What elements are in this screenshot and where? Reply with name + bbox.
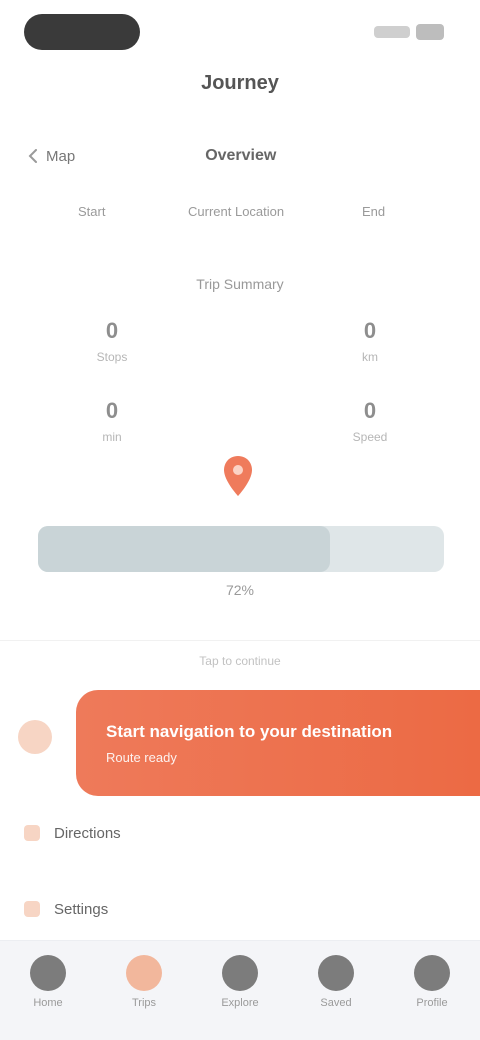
stat-distance: 0 km xyxy=(330,318,410,364)
list-item-settings[interactable]: Settings xyxy=(24,892,444,926)
cta-subtitle: Route ready xyxy=(106,749,177,765)
hint-text: Tap to continue xyxy=(199,654,281,668)
stat-caption: Stops xyxy=(96,350,128,364)
stat-speed: 0 Speed xyxy=(330,398,410,444)
list-item-directions[interactable]: Directions xyxy=(24,816,444,850)
signal-icon xyxy=(374,26,410,38)
progress-track xyxy=(38,526,444,572)
divider xyxy=(0,640,480,641)
center-label: Current Location xyxy=(188,204,285,219)
end-label: End xyxy=(362,204,386,219)
cta-title: Start navigation to your destination xyxy=(106,721,393,741)
dynamic-island xyxy=(24,14,140,50)
directions-icon xyxy=(24,825,40,841)
chevron-left-icon xyxy=(28,149,37,163)
nav-home[interactable]: Home xyxy=(18,955,78,1013)
nav-label: Profile xyxy=(416,997,448,1009)
bottom-nav: Home Trips Explore Saved Profile xyxy=(0,940,480,1040)
status-icons xyxy=(374,22,444,42)
stat-time: 0 min xyxy=(72,398,152,444)
tab-overview[interactable]: Overview xyxy=(205,147,276,165)
page-title: Journey xyxy=(201,72,279,94)
nav-saved[interactable]: Saved xyxy=(306,955,366,1013)
progress-label: 72% xyxy=(225,582,255,598)
trips-icon xyxy=(126,955,162,991)
start-navigation-button[interactable]: Start navigation to your destination Rou… xyxy=(76,690,480,796)
stat-value: 0 xyxy=(105,398,119,423)
location-pin-icon xyxy=(224,456,252,496)
explore-icon xyxy=(222,955,258,991)
tab-row: Map Overview xyxy=(28,140,452,172)
stat-value: 0 xyxy=(105,318,119,343)
list-item-label: Settings xyxy=(54,900,109,918)
stat-caption: min xyxy=(102,430,122,444)
nav-label: Trips xyxy=(131,997,157,1009)
nav-profile[interactable]: Profile xyxy=(402,955,462,1013)
stat-caption: km xyxy=(362,350,378,364)
progress-fill xyxy=(38,526,331,572)
battery-icon xyxy=(416,24,444,40)
list-item-label: Directions xyxy=(54,824,121,842)
saved-icon xyxy=(318,955,354,991)
status-bar xyxy=(0,0,480,64)
start-label: Start xyxy=(78,204,106,219)
stat-stops: 0 Stops xyxy=(72,318,152,364)
stat-caption: Speed xyxy=(352,430,388,444)
nav-trips[interactable]: Trips xyxy=(114,955,174,1013)
back-tab-label: Map xyxy=(46,147,76,165)
settings-icon xyxy=(24,901,40,917)
profile-icon xyxy=(414,955,450,991)
nav-label: Home xyxy=(33,997,63,1009)
side-indicator xyxy=(18,720,52,754)
nav-label: Saved xyxy=(320,997,352,1009)
nav-label: Explore xyxy=(221,997,259,1009)
nav-explore[interactable]: Explore xyxy=(210,955,270,1013)
stat-value: 0 xyxy=(363,398,377,423)
stat-value: 0 xyxy=(363,318,377,343)
section-title: Trip Summary xyxy=(196,276,284,292)
back-tab[interactable]: Map xyxy=(28,148,75,165)
home-icon xyxy=(30,955,66,991)
route-labels: Start Current Location End xyxy=(0,204,480,228)
